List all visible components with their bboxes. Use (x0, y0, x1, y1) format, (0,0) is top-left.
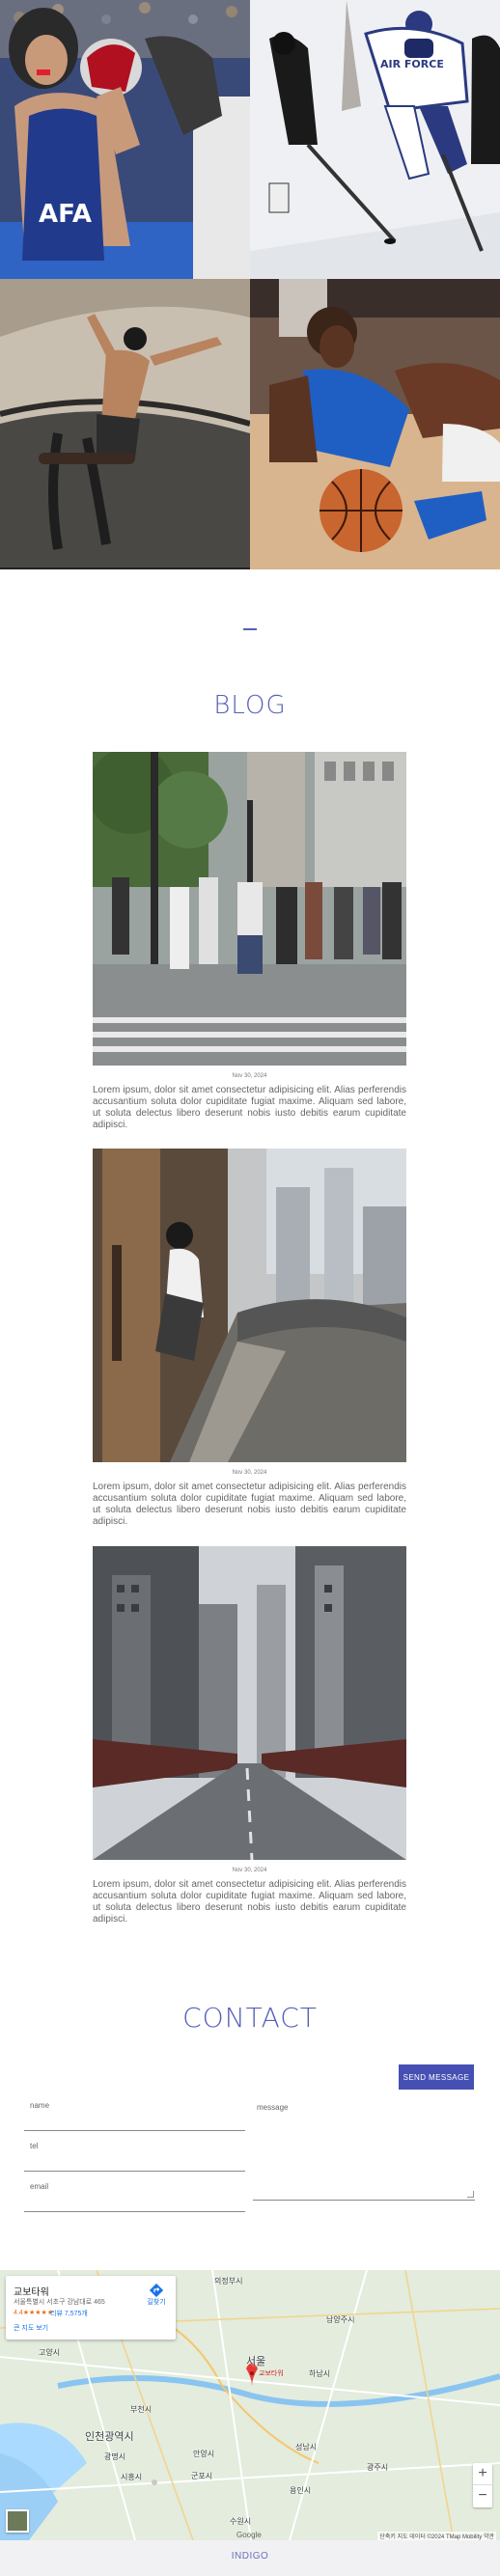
map-label: 군포시 (191, 2472, 213, 2480)
name-label: name (30, 2101, 50, 2110)
map-label: 서울 (246, 2355, 266, 2368)
map-place-reviews-link[interactable]: 리뷰 7,575개 (50, 2309, 88, 2318)
map-label: 남양주시 (326, 2315, 355, 2324)
name-input[interactable] (24, 2112, 245, 2129)
message-label: message (257, 2103, 289, 2112)
satellite-view-toggle[interactable] (6, 2509, 29, 2533)
blog-post[interactable]: Nov 30, 2024 Lorem ipsum, dolor sit amet… (93, 752, 406, 1131)
blog-post-image-crosswalk[interactable] (93, 752, 406, 1066)
tel-input[interactable] (24, 2152, 245, 2170)
map-zoom-control[interactable]: + − (473, 2463, 492, 2507)
sports-photo-grid: AFA AIR FORCE (0, 0, 500, 569)
map-label: 인천광역시 (85, 2430, 134, 2443)
view-larger-map-link[interactable]: 큰 지도 보기 (14, 2323, 48, 2333)
section-divider-dash (243, 628, 257, 630)
zoom-out-button[interactable]: − (473, 2485, 492, 2507)
blog-post-excerpt: Lorem ipsum, dolor sit amet consectetur … (93, 1085, 406, 1130)
gallery-photo-basketball[interactable] (250, 279, 500, 569)
blog-post-excerpt: Lorem ipsum, dolor sit amet consectetur … (93, 1482, 406, 1527)
jersey-text-afa: AFA (39, 200, 92, 229)
blog-post-excerpt: Lorem ipsum, dolor sit amet consectetur … (93, 1879, 406, 1925)
map-label: 고양시 (39, 2348, 61, 2357)
blog-post[interactable]: Nov 30, 2024 Lorem ipsum, dolor sit amet… (93, 1149, 406, 1528)
message-field[interactable]: message (253, 2094, 475, 2201)
map-place-rating: 4.4★★★★★ (14, 2310, 54, 2316)
blog-post-image-bridge-girl[interactable] (93, 1149, 406, 1462)
map-label: 하남시 (309, 2369, 331, 2378)
blog-heading: BLOG (213, 691, 287, 720)
map-place-card: 교보타워 서울특별시 서초구 강남대로 465 4.4★★★★★ 리뷰 7,57… (6, 2276, 176, 2340)
blog-post-image-city-street[interactable] (93, 1546, 406, 1860)
map-attribution[interactable]: 단축키 지도 데이터 ©2024 TMap Mobility 약관 (377, 2532, 496, 2540)
email-label: email (30, 2182, 49, 2191)
map-label: 용인시 (290, 2486, 312, 2495)
directions-label: 길찾기 (147, 2299, 166, 2306)
email-input[interactable] (24, 2193, 245, 2210)
name-field[interactable]: name (24, 2094, 245, 2131)
map-marker-label[interactable]: 교보타워 (259, 2368, 284, 2378)
directions-icon (150, 2284, 163, 2297)
blog-post[interactable]: Nov 30, 2024 Lorem ipsum, dolor sit amet… (93, 1546, 406, 1925)
map-label: 성남시 (295, 2443, 318, 2451)
zoom-in-button[interactable]: + (473, 2463, 492, 2485)
map-footer: Google 단축키 지도 데이터 ©2024 TMap Mobility 약관 (0, 2531, 500, 2540)
google-logo: Google (236, 2531, 262, 2539)
blog-post-date: Nov 30, 2024 (232, 1470, 267, 1476)
send-message-button[interactable]: SEND MESSAGE (399, 2064, 474, 2090)
map-label: 시흥시 (121, 2473, 143, 2481)
contact-heading: CONTACT (182, 2002, 318, 2034)
map-label: 수원시 (230, 2517, 252, 2526)
tel-field[interactable]: tel (24, 2135, 245, 2172)
map-label: 의정부시 (214, 2277, 243, 2285)
map-label: 부천시 (130, 2405, 153, 2414)
gallery-photo-skateboarding[interactable] (0, 279, 250, 569)
embedded-map[interactable]: 교보타워 서울특별시 서초구 강남대로 465 4.4★★★★★ 리뷰 7,57… (0, 2270, 500, 2540)
map-label: 광명시 (104, 2452, 126, 2461)
message-textarea[interactable] (253, 2114, 475, 2199)
map-place-name: 교보타워 (14, 2287, 49, 2298)
footer-brand: INDIGO (231, 2551, 269, 2562)
map-place-address: 서울특별시 서초구 강남대로 465 (14, 2299, 105, 2306)
directions-button[interactable]: 길찾기 (145, 2284, 168, 2313)
gallery-photo-boxing[interactable]: AFA (0, 0, 250, 279)
textarea-resize-handle[interactable] (467, 2191, 474, 2198)
gallery-photo-hockey[interactable]: AIR FORCE (250, 0, 500, 279)
tel-label: tel (30, 2142, 39, 2150)
map-label: 안양시 (193, 2450, 215, 2458)
blog-post-date: Nov 30, 2024 (232, 1868, 267, 1873)
jersey-text-airforce: AIR FORCE (380, 58, 444, 70)
map-label: 광주시 (367, 2463, 389, 2472)
site-footer: INDIGO (0, 2540, 500, 2576)
blog-post-date: Nov 30, 2024 (232, 1073, 267, 1079)
email-field[interactable]: email (24, 2175, 245, 2212)
